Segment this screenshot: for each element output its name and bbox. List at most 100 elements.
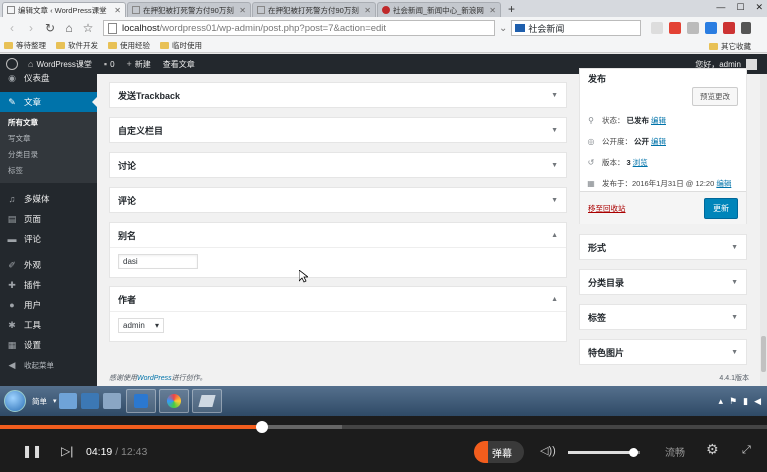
sidebar-item-tools[interactable]: ✱ 工具: [0, 315, 97, 335]
reload-icon[interactable]: ↻: [42, 21, 58, 35]
menu-icon[interactable]: [741, 22, 752, 34]
close-window-button[interactable]: ✕: [755, 2, 763, 13]
search-field[interactable]: 社会新闻: [511, 20, 642, 36]
wordpress-link[interactable]: WordPress: [137, 375, 172, 382]
home-icon[interactable]: ⌂: [61, 21, 77, 35]
pause-icon[interactable]: ❚❚: [22, 444, 42, 458]
box-header[interactable]: 作者 ▲: [110, 287, 566, 311]
forward-icon[interactable]: ›: [23, 21, 39, 35]
comments-link[interactable]: ▪ 0: [104, 59, 115, 69]
close-icon[interactable]: ✕: [114, 6, 121, 15]
close-icon[interactable]: ✕: [364, 6, 371, 15]
caret-up-icon[interactable]: ▲: [551, 296, 558, 303]
close-icon[interactable]: ✕: [239, 6, 246, 15]
close-icon[interactable]: ✕: [489, 6, 496, 15]
browser-tab-2[interactable]: 在押犯被打死警方付90万刻 ✕: [127, 2, 251, 17]
minimize-button[interactable]: —: [716, 2, 725, 13]
sidebar-sub-new-post[interactable]: 写文章: [0, 131, 97, 147]
caret-down-icon[interactable]: ▼: [551, 92, 558, 99]
volume-icon[interactable]: ◀: [754, 396, 761, 407]
edit-visibility-link[interactable]: 编辑: [651, 136, 666, 147]
page-scrollbar[interactable]: [760, 74, 767, 386]
edit-date-link[interactable]: 编辑: [716, 178, 731, 189]
settings-gear-icon[interactable]: ⚙: [706, 441, 719, 458]
sidebar-item-posts[interactable]: ✎ 文章: [0, 92, 97, 112]
wordpress-logo-icon[interactable]: [6, 58, 18, 70]
bookmark-star-icon[interactable]: ☆: [80, 21, 96, 35]
sidebar-sub-categories[interactable]: 分类目录: [0, 147, 97, 163]
bookmark-folder[interactable]: 等待整理: [4, 40, 46, 51]
taskbar-app-editor[interactable]: [191, 389, 222, 413]
box-header[interactable]: 标签 ▼: [580, 305, 746, 329]
sidebar-item-dashboard[interactable]: ◉ 仪表盘: [0, 72, 97, 84]
box-header[interactable]: 自定义栏目 ▼: [110, 118, 566, 142]
caret-down-icon[interactable]: ▼: [551, 197, 558, 204]
tray-flag-icon[interactable]: ⚑: [729, 396, 737, 407]
sidebar-item-appearance[interactable]: ✐ 外观: [0, 255, 97, 275]
browser-tab-1[interactable]: 编辑文章 ‹ WordPress课堂 ✕: [2, 2, 126, 17]
box-header[interactable]: 分类目录 ▼: [580, 270, 746, 294]
back-icon[interactable]: ‹: [4, 21, 20, 35]
caret-down-icon[interactable]: ▼: [731, 244, 738, 251]
sidebar-item-plugins[interactable]: ✚ 插件: [0, 275, 97, 295]
taskbar-app-browser[interactable]: [158, 389, 189, 413]
sidebar-item-comments[interactable]: ▬ 评论: [0, 229, 97, 249]
progress-knob[interactable]: [256, 421, 269, 433]
edit-status-link[interactable]: 编辑: [651, 115, 666, 126]
new-content-link[interactable]: + 新建: [127, 59, 151, 70]
box-header[interactable]: 别名 ▲: [110, 223, 566, 247]
volume-knob[interactable]: [628, 448, 638, 457]
adblock-icon[interactable]: [723, 22, 736, 34]
caret-up-icon[interactable]: ▲: [551, 232, 558, 239]
browser-tab-4[interactable]: 社会新闻_新闻中心_新浪网 ✕: [377, 2, 501, 17]
taskbar-app-word[interactable]: [125, 389, 156, 413]
collapse-menu-button[interactable]: ◀ 收起菜单: [0, 355, 97, 375]
explorer-icon[interactable]: [80, 393, 99, 409]
ext-icon[interactable]: [687, 22, 700, 34]
sidebar-item-media[interactable]: ♫ 多媒体: [0, 189, 97, 209]
box-header[interactable]: 形式 ▼: [580, 235, 746, 259]
dropdown-icon[interactable]: ▾: [53, 397, 57, 405]
url-field[interactable]: localhost/wordpress01/wp-admin/post.php?…: [103, 20, 495, 36]
move-to-trash-link[interactable]: 移至回收站: [588, 203, 626, 214]
caret-down-icon[interactable]: ▼: [731, 349, 738, 356]
dropdown-icon[interactable]: ⌄: [499, 23, 507, 34]
box-header[interactable]: 特色图片 ▼: [580, 340, 746, 364]
sidebar-sub-all-posts[interactable]: 所有文章: [0, 115, 97, 131]
progress-bar[interactable]: [0, 421, 767, 433]
tool-icon[interactable]: [102, 393, 121, 409]
desktop-icon[interactable]: [58, 393, 77, 409]
sidebar-item-pages[interactable]: ▤ 页面: [0, 209, 97, 229]
author-select[interactable]: admin ▾: [118, 318, 164, 333]
grid-icon[interactable]: [651, 22, 664, 34]
danmu-toggle[interactable]: 弹幕: [474, 441, 524, 463]
slug-input[interactable]: dasi: [118, 254, 198, 269]
network-icon[interactable]: ▮: [743, 396, 748, 407]
quality-selector[interactable]: 流畅: [665, 444, 685, 459]
volume-icon[interactable]: ◁)): [540, 444, 556, 457]
box-header[interactable]: 发布: [580, 69, 746, 87]
scrollbar-thumb[interactable]: [761, 336, 766, 372]
translate-icon[interactable]: [705, 22, 718, 34]
caret-down-icon[interactable]: ▼: [551, 127, 558, 134]
box-header[interactable]: 讨论 ▼: [110, 153, 566, 177]
bookmark-folder[interactable]: 软件开发: [56, 40, 98, 51]
box-header[interactable]: 评论 ▼: [110, 188, 566, 212]
tray-up-icon[interactable]: ▴: [719, 396, 724, 407]
caret-down-icon[interactable]: ▼: [731, 314, 738, 321]
preview-changes-button[interactable]: 预览更改: [692, 87, 738, 106]
caret-down-icon[interactable]: ▼: [731, 279, 738, 286]
browser-tab-3[interactable]: 在押犯被打死警方付90万刻 ✕: [252, 2, 376, 17]
opera-icon[interactable]: [669, 22, 682, 34]
site-name-link[interactable]: ⌂ WordPress课堂: [28, 59, 92, 70]
volume-slider[interactable]: [568, 448, 640, 457]
sidebar-item-settings[interactable]: ▦ 设置: [0, 335, 97, 355]
bookmark-folder[interactable]: 临时使用: [160, 40, 202, 51]
maximize-button[interactable]: ☐: [736, 2, 744, 13]
browse-revisions-link[interactable]: 浏览: [633, 157, 648, 168]
new-tab-button[interactable]: +: [502, 2, 521, 17]
fullscreen-icon[interactable]: ⤢: [742, 444, 751, 457]
caret-down-icon[interactable]: ▼: [551, 162, 558, 169]
bookmark-folder[interactable]: 使用经验: [108, 40, 150, 51]
view-post-link[interactable]: 查看文章: [163, 59, 195, 70]
